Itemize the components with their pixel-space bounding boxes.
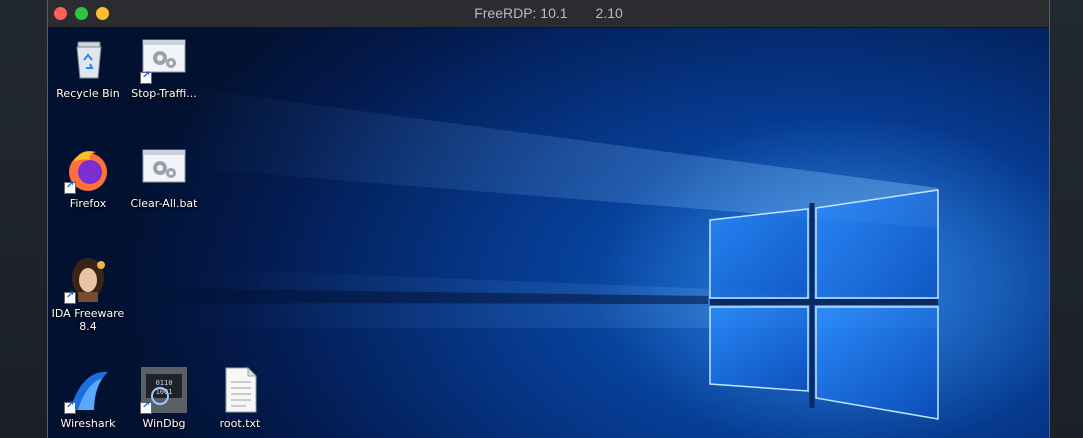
svg-text:0110: 0110 xyxy=(156,379,173,387)
host-desktop-left xyxy=(0,0,47,438)
batch-file-icon xyxy=(140,146,188,194)
desktop-icon-label: Firefox xyxy=(69,197,107,210)
batch-file-icon xyxy=(140,36,188,84)
desktop-icon-stop-traffic[interactable]: Stop-Traffi... xyxy=(126,36,202,100)
title-bar[interactable]: FreeRDP: 10.1 2.10 xyxy=(48,0,1049,28)
desktop-icon-label: Wireshark xyxy=(60,417,116,430)
rdp-window[interactable]: FreeRDP: 10.1 2.10 Recycle Bin ↗ Stop-Tr… xyxy=(47,0,1050,438)
window-title: FreeRDP: 10.1 2.10 xyxy=(474,5,623,21)
desktop-icon-label: Clear-All.bat xyxy=(130,197,198,210)
desktop-icon-label: IDA Freeware 8.4 xyxy=(51,307,125,333)
desktop-icon-root-txt[interactable]: root.txt xyxy=(202,366,278,430)
host-desktop-right xyxy=(1050,0,1083,438)
desktop-icon-wireshark[interactable]: Wireshark xyxy=(50,366,126,430)
recycle-bin-icon xyxy=(64,36,112,84)
desktop-icon-label: WinDbg xyxy=(142,417,186,430)
desktop-icon-firefox[interactable]: Firefox xyxy=(50,146,126,210)
shortcut-arrow-icon xyxy=(64,180,76,194)
wireshark-icon xyxy=(64,366,112,414)
desktop-icon-ida-freeware[interactable]: IDA Freeware 8.4 xyxy=(50,256,126,333)
shortcut-arrow-icon xyxy=(64,290,76,304)
firefox-icon xyxy=(64,146,112,194)
desktop-icon-recycle-bin[interactable]: Recycle Bin xyxy=(50,36,126,100)
remote-desktop[interactable]: Recycle Bin Stop-Traffi... xyxy=(48,28,1049,438)
desktop-icon-label: root.txt xyxy=(219,417,261,430)
shortcut-arrow-icon xyxy=(64,400,76,414)
desktop-icon-windbg[interactable]: 0110 1001 WinDbg xyxy=(126,366,202,430)
desktop-icon-clear-all[interactable]: Clear-All.bat xyxy=(126,146,202,210)
text-file-icon xyxy=(216,366,264,414)
ida-icon xyxy=(64,256,112,304)
shortcut-arrow-icon xyxy=(140,70,152,84)
windbg-icon: 0110 1001 xyxy=(140,366,188,414)
desktop-icon-label: Stop-Traffi... xyxy=(131,87,197,100)
desktop-icon-label: Recycle Bin xyxy=(56,87,120,100)
shortcut-arrow-icon xyxy=(140,400,152,414)
